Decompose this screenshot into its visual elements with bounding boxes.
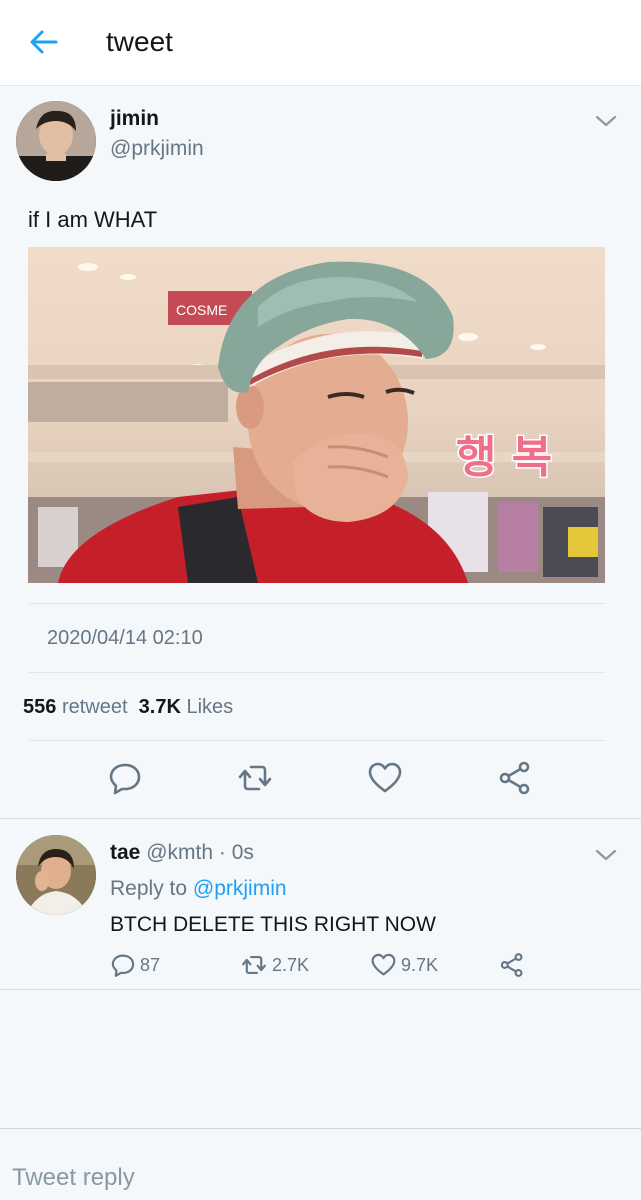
back-arrow-icon[interactable] (26, 26, 62, 58)
reply-time: 0s (231, 841, 254, 864)
retweet-count[interactable]: 556 (23, 696, 56, 718)
author-handle[interactable]: @prkjimin (110, 137, 204, 161)
likes-count[interactable]: 3.7K (139, 696, 181, 718)
reply-retweet-count: 2.7K (272, 954, 310, 975)
reply-header: tae @kmth · 0s (110, 841, 254, 865)
likes-label[interactable]: Likes (186, 696, 233, 718)
author-display-name[interactable]: jimin (110, 107, 159, 131)
reply-like-count: 9.7K (401, 954, 439, 975)
tweet-media-image[interactable]: COSME 행 복 (28, 247, 605, 583)
avatar[interactable] (16, 835, 96, 915)
main-tweet: jimin @prkjimin if I am WHAT COSME 행 복 2… (0, 87, 641, 817)
reply-reply-button[interactable]: 87 (110, 951, 160, 979)
reply-author-handle[interactable]: @kmth (146, 841, 213, 864)
chevron-down-icon[interactable] (594, 109, 618, 133)
reply-to-line: Reply to @prkjimin (110, 877, 287, 901)
reply-to-label: Reply to (110, 877, 188, 900)
divider (28, 740, 605, 741)
divider (28, 603, 605, 604)
page-title: tweet (106, 26, 173, 57)
tweet-timestamp: 2020/04/14 02:10 (47, 627, 203, 649)
tweet-stats: 556 retweet 3.7K Likes (23, 696, 233, 719)
reply-tweet[interactable]: tae @kmth · 0s Reply to @prkjimin BTCH D… (0, 818, 641, 990)
store-sign-text: COSME (176, 302, 227, 318)
reply-icon (111, 954, 135, 977)
reply-composer (0, 1128, 641, 1200)
media-caption: 행 복 (456, 432, 552, 483)
heart-icon[interactable] (367, 760, 403, 796)
tweet-text: if I am WHAT (28, 207, 158, 232)
reply-to-mention[interactable]: @prkjimin (193, 877, 287, 900)
reply-like-button[interactable]: 9.7K (370, 951, 438, 979)
share-icon[interactable] (497, 760, 533, 796)
reply-icon[interactable] (107, 760, 143, 796)
tweet-reply-input[interactable] (10, 1159, 614, 1197)
reply-text: BTCH DELETE THIS RIGHT NOW (110, 913, 436, 936)
top-bar: tweet (0, 0, 641, 86)
retweet-icon (242, 955, 266, 975)
heart-icon (371, 953, 396, 976)
avatar[interactable] (16, 101, 96, 181)
retweet-label[interactable]: retweet (62, 696, 128, 718)
separator-dot: · (218, 841, 226, 864)
divider (28, 672, 605, 673)
reply-retweet-button[interactable]: 2.7K (240, 951, 309, 979)
retweet-icon[interactable] (237, 760, 273, 796)
reply-author-name[interactable]: tae (110, 841, 140, 864)
chevron-down-icon[interactable] (594, 843, 618, 867)
reply-share-button[interactable] (499, 951, 525, 979)
reply-count: 87 (140, 954, 161, 975)
share-icon (500, 953, 523, 977)
